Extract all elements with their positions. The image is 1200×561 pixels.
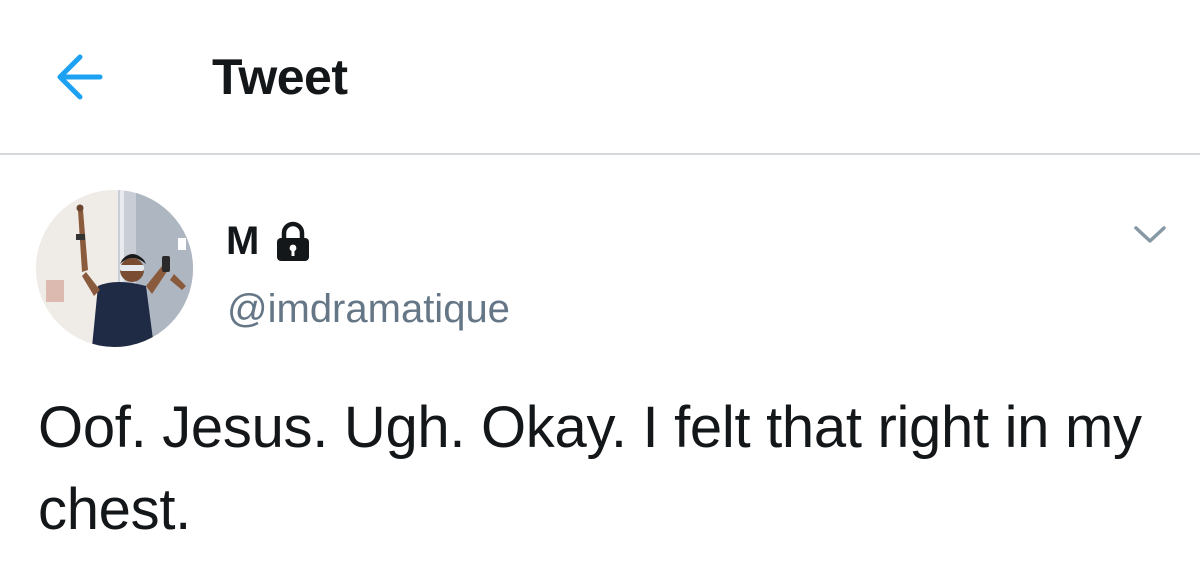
back-button[interactable] (48, 42, 118, 112)
tweet-text: Oof. Jesus. Ugh. Okay. I felt that right… (38, 395, 1142, 542)
tweet-detail: M @imdramatique Oof. Jesus. Ugh. Okay. I… (0, 155, 1200, 561)
author-name-row[interactable]: M (226, 215, 313, 267)
tweet-menu-button[interactable] (1130, 217, 1170, 251)
display-name: M (226, 219, 260, 263)
avatar-image (36, 190, 193, 347)
arrow-left-icon (57, 54, 103, 100)
chevron-down-icon (1134, 226, 1166, 243)
page-title: Tweet (212, 49, 348, 105)
user-handle[interactable]: @imdramatique (227, 283, 510, 335)
top-bar: Tweet (0, 0, 1200, 155)
avatar[interactable] (36, 190, 193, 347)
lock-icon (273, 219, 313, 263)
